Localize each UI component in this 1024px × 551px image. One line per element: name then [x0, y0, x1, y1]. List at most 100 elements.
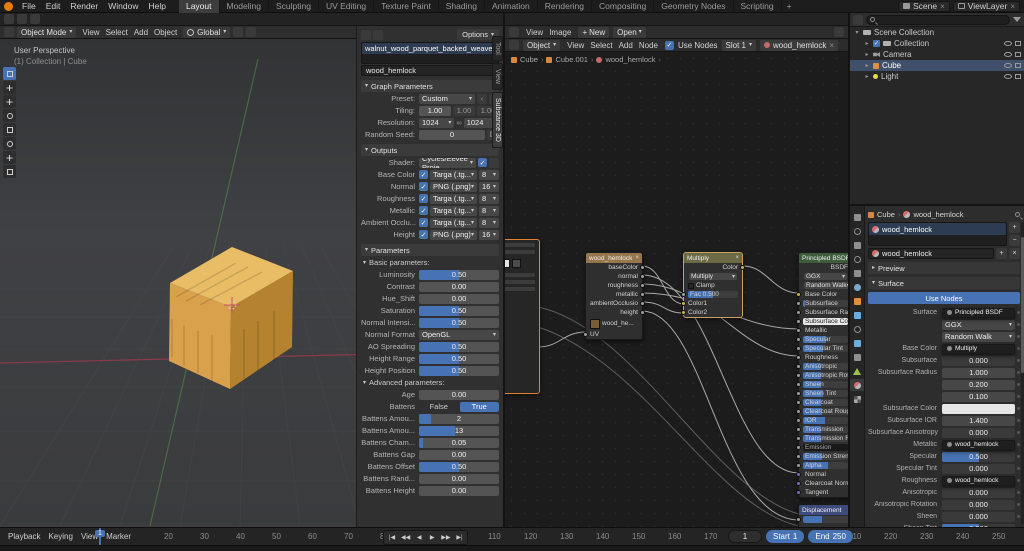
menubar-item[interactable]: Window	[103, 1, 143, 11]
sidebar-tab[interactable]: View	[492, 63, 503, 90]
property-widget[interactable]: 0.100	[942, 392, 1015, 402]
disable-render-icon[interactable]	[1015, 74, 1021, 79]
shader-menu-item[interactable]: Select	[587, 41, 615, 50]
node-output-row[interactable]: metallic	[586, 290, 642, 299]
node-input-row[interactable]: Anisotropic	[799, 362, 848, 371]
input-socket[interactable]	[796, 310, 801, 315]
move-tool[interactable]	[3, 95, 16, 108]
workspace-tab[interactable]: Sculpting	[269, 0, 319, 13]
menubar-item[interactable]: Edit	[41, 1, 66, 11]
surface-section-header[interactable]: ▾ Surface	[868, 277, 1020, 289]
data-tab[interactable]	[850, 365, 864, 377]
keyframe-dot[interactable]	[1017, 491, 1020, 494]
input-socket[interactable]	[796, 418, 801, 423]
output-socket[interactable]	[640, 301, 645, 306]
keyframe-dot[interactable]	[1017, 503, 1020, 506]
keyframe-dot[interactable]	[1017, 443, 1020, 446]
input-socket[interactable]	[681, 292, 686, 297]
menubar-item[interactable]: File	[17, 1, 41, 11]
fac-row[interactable]: Fac 0.500	[684, 290, 742, 299]
property-widget[interactable]: 0.000	[942, 488, 1015, 498]
parameter-widget[interactable]: 0.00	[419, 450, 499, 460]
input-socket[interactable]	[796, 481, 801, 486]
world-tab[interactable]	[850, 281, 864, 293]
keyframe-dot[interactable]	[1017, 335, 1020, 338]
material-tab[interactable]	[850, 379, 864, 391]
input-socket[interactable]	[583, 332, 588, 337]
seed-field[interactable]: 0	[419, 130, 485, 140]
input-socket[interactable]	[796, 436, 801, 441]
property-widget[interactable]: 1.400	[942, 416, 1015, 426]
annotate-tool[interactable]	[3, 151, 16, 164]
workspace-tab[interactable]: UV Editing	[319, 0, 374, 13]
distribution-dropdown[interactable]: GGX ▾	[804, 273, 847, 280]
node-header[interactable]: wood_hemlock ×	[586, 253, 642, 263]
tiling-x-field[interactable]: 1.00	[453, 106, 475, 116]
input-socket[interactable]	[796, 301, 801, 306]
unlink-material-icon[interactable]: ×	[829, 41, 834, 50]
viewport-menu-item[interactable]: View	[79, 28, 102, 37]
preset-dropdown[interactable]: Custom ▾	[419, 94, 475, 104]
outliner-row[interactable]: ▸ ✓ Collection	[850, 38, 1024, 49]
editor-type-icon[interactable]	[509, 27, 519, 37]
viewport-menu-item[interactable]: Object	[151, 28, 180, 37]
property-widget[interactable]: 0.000	[942, 428, 1015, 438]
parameter-widget[interactable]: False True	[419, 402, 499, 412]
keyframe-dot[interactable]	[1017, 371, 1020, 374]
close-icon[interactable]: ×	[635, 255, 639, 261]
node-input-row[interactable]: Clearcoat Roughness	[799, 407, 848, 416]
wood-hemlock-node[interactable]: wood_hemlock × baseColor	[585, 252, 643, 340]
tool-tab[interactable]	[850, 211, 864, 223]
render-tab[interactable]	[850, 225, 864, 237]
mode-dropdown[interactable]: Object Mode ▾	[17, 27, 76, 38]
scene-selector[interactable]: Scene ×	[898, 1, 950, 12]
shader-menu-item[interactable]: Node	[636, 41, 661, 50]
output-tab[interactable]	[850, 239, 864, 251]
sidebar-tab[interactable]: Substance 3D	[492, 92, 503, 148]
disclosure-icon[interactable]: ▾	[854, 29, 860, 36]
parameter-widget[interactable]: 0.00	[419, 486, 499, 496]
cursor-tool[interactable]	[3, 81, 16, 94]
node-input-row[interactable]: Clearcoat	[799, 398, 848, 407]
breadcrumb-object[interactable]: Cube	[877, 210, 895, 219]
property-widget[interactable]: 0.000	[942, 356, 1015, 366]
input-socket[interactable]	[796, 337, 801, 342]
output-depth-dropdown[interactable]: 16 ▾	[479, 182, 499, 192]
basic-parameters-header[interactable]: ▾ Basic parameters:	[361, 257, 499, 268]
modifier-tab[interactable]	[850, 309, 864, 321]
keyframe-dot[interactable]	[1017, 455, 1020, 458]
keyframe-dot[interactable]	[1017, 407, 1020, 410]
material-slot-list[interactable]: wood_hemlock	[868, 222, 1007, 246]
proportional-edit-icon[interactable]	[246, 27, 256, 37]
disable-render-icon[interactable]	[1015, 63, 1021, 68]
blend-mode-dropdown[interactable]: Multiply ▾	[689, 273, 737, 280]
node-input-row[interactable]: Sheen Tint	[799, 389, 848, 398]
input-socket[interactable]	[796, 454, 801, 459]
output-enabled-checkbox[interactable]: ✓	[419, 182, 428, 191]
transport-button[interactable]: ▶▶	[439, 532, 452, 543]
advanced-parameters-header[interactable]: ▾ Advanced parameters:	[361, 377, 499, 388]
disable-render-icon[interactable]	[1015, 52, 1021, 57]
parameter-widget[interactable]: 2	[419, 414, 499, 424]
node-output-row[interactable]: Color	[684, 263, 742, 272]
shader-type-dropdown[interactable]: Object ▾	[523, 40, 560, 51]
node-input-row[interactable]: Tangent	[799, 488, 848, 497]
tiling-slider[interactable]: 1.00	[419, 106, 451, 116]
orientation-dropdown[interactable]: Global ▾	[183, 27, 230, 38]
node-input-row[interactable]: Anisotropic Rotation	[799, 371, 848, 380]
node-input-row[interactable]: Emission	[799, 443, 848, 452]
hide-viewport-icon[interactable]	[1004, 41, 1012, 46]
shader-menu-item[interactable]: View	[564, 41, 587, 50]
new-image-button[interactable]: + New	[578, 27, 609, 38]
toggle-off[interactable]: False	[419, 402, 459, 412]
input-socket[interactable]	[796, 346, 801, 351]
outliner-row[interactable]: ▸ Light	[850, 71, 1024, 82]
outliner-row[interactable]: ▸ Cube	[850, 60, 1024, 71]
toggle-on[interactable]: True	[460, 402, 500, 412]
node-input-row[interactable]: Subsurface Radius	[799, 308, 848, 317]
parameter-widget[interactable]: 0.00	[419, 294, 499, 304]
property-widget[interactable]: 0.500	[942, 452, 1015, 462]
section-graph-parameters[interactable]: ▾ Graph Parameters	[361, 80, 499, 92]
keyframe-dot[interactable]	[1017, 347, 1020, 350]
property-widget[interactable]: 0.000	[942, 500, 1015, 510]
